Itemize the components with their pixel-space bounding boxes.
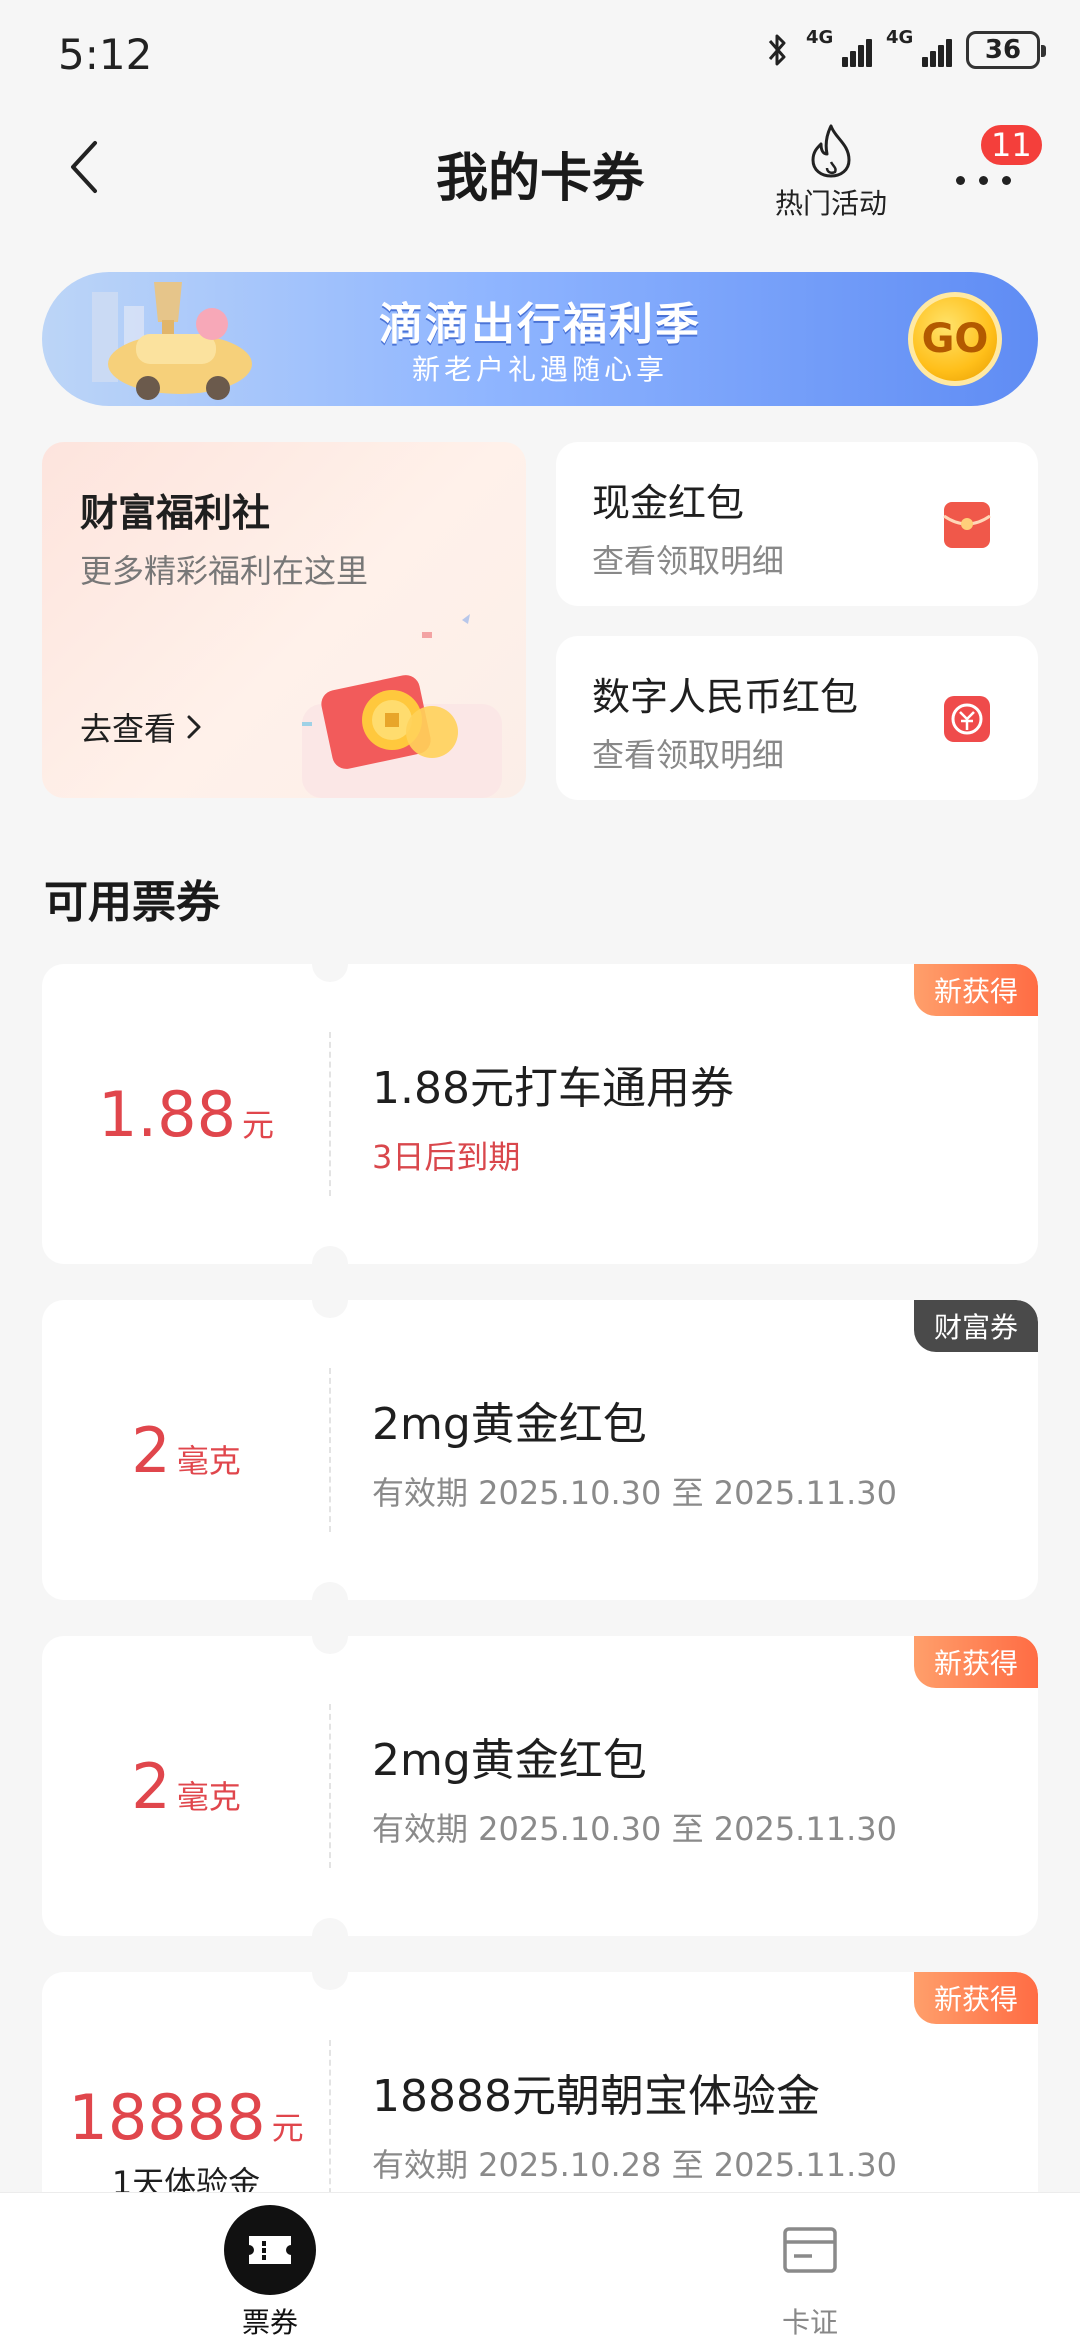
status-time: 5:12	[58, 30, 153, 79]
coupon-amount-value: 2	[131, 1413, 171, 1487]
section-title: 可用票券	[44, 877, 220, 928]
coupon-name: 2mg黄金红包	[372, 1735, 647, 1786]
coupon-amount-unit: 毫克	[176, 1777, 241, 1816]
coupon-tag: 新获得	[913, 1636, 1038, 1688]
coupon-amount-value: 18888	[68, 2080, 266, 2154]
network-type-2: 4G	[886, 27, 914, 48]
card-icon	[764, 2205, 856, 2295]
digital-rmb-red-packet-card[interactable]: 数字人民币红包 查看领取明细	[556, 636, 1038, 800]
digital-card-subtitle: 查看领取明细	[592, 736, 785, 774]
coupon-name: 1.88元打车通用券	[372, 1063, 734, 1114]
more-button[interactable]: 11	[940, 122, 1045, 210]
coupon-tag: 新获得	[913, 1972, 1038, 2024]
coupon-amount: 1.88 元	[42, 964, 330, 1264]
banner-title: 滴滴出行福利季	[379, 299, 701, 350]
coupon-expiry: 3日后到期	[372, 1138, 521, 1176]
back-button[interactable]	[50, 132, 120, 202]
tab-cards-label: 卡证	[781, 2306, 838, 2339]
tab-coupons-label: 票券	[241, 2306, 298, 2339]
coupon-card[interactable]: 1.88 元 1.88元打车通用券 3日后到期 新获得	[42, 964, 1038, 1264]
promo-banner[interactable]: 滴滴出行福利季 新老户礼遇随心享 GO	[42, 272, 1038, 406]
cash-card-subtitle: 查看领取明细	[592, 542, 785, 580]
signal-icon: 4G	[806, 29, 872, 67]
banner-subtitle: 新老户礼遇随心享	[411, 353, 668, 386]
signal-icon-2: 4G	[886, 29, 952, 67]
red-packet-icon	[943, 502, 991, 548]
ticket-icon	[224, 2205, 316, 2295]
coupon-amount: 2 毫克	[42, 1300, 330, 1600]
status-bar: 5:12 4G 4G 36	[0, 0, 1080, 110]
coupon-amount: 2 毫克	[42, 1636, 330, 1936]
coupon-name: 18888元朝朝宝体验金	[372, 2071, 820, 2122]
cash-card-title: 现金红包	[592, 481, 745, 525]
gift-coins-illustration	[302, 614, 502, 798]
welfare-subtitle: 更多精彩福利在这里	[80, 552, 369, 590]
flame-icon	[811, 124, 851, 178]
coupon-validity: 有效期 2025.10.30 至 2025.11.30	[372, 1474, 897, 1512]
digital-card-title: 数字人民币红包	[592, 675, 859, 719]
coupon-amount-value: 2	[131, 1749, 171, 1823]
chevron-right-icon	[187, 715, 201, 739]
page-title: 我的卡券	[435, 149, 644, 209]
hot-activity-label: 热门活动	[774, 187, 887, 220]
battery-icon: 36	[966, 31, 1046, 69]
tab-coupons[interactable]: 票券	[170, 2193, 370, 2340]
coupon-name: 2mg黄金红包	[372, 1399, 647, 1450]
view-link-label: 去查看	[80, 710, 177, 748]
wealth-welfare-card[interactable]: 财富福利社 更多精彩福利在这里 去查看	[42, 442, 526, 798]
status-icons: 4G 4G 36	[764, 29, 1046, 70]
more-icon	[956, 176, 1011, 185]
notification-badge: 11	[978, 122, 1045, 168]
welfare-title: 财富福利社	[80, 491, 271, 535]
nav-bar: 我的卡券 热门活动 11	[0, 110, 1080, 230]
tab-cards[interactable]: 卡证	[710, 2193, 910, 2340]
coupon-amount-unit: 毫克	[176, 1441, 241, 1480]
network-type: 4G	[806, 27, 834, 48]
coupon-amount-value: 1.88	[97, 1077, 237, 1151]
coupon-tag: 新获得	[913, 964, 1038, 1016]
chevron-left-icon	[71, 141, 97, 193]
coupon-amount-unit: 元	[242, 1105, 275, 1144]
coupon-tag: 财富券	[913, 1300, 1038, 1352]
page: 5:12 4G 4G 36 我的卡券 热门活动 11 滴滴出行福利季 新老户礼遇…	[0, 0, 1080, 2340]
bluetooth-icon	[768, 34, 786, 66]
coupon-validity: 有效期 2025.10.30 至 2025.11.30	[372, 1810, 897, 1848]
hot-activity-button[interactable]: 热门活动	[766, 122, 896, 222]
coupon-amount-unit: 元	[271, 2108, 304, 2147]
coupon-card[interactable]: 2 毫克 2mg黄金红包 有效期 2025.10.30 至 2025.11.30…	[42, 1300, 1038, 1600]
bottom-tab-bar: 票券 卡证	[0, 2192, 1080, 2340]
view-link[interactable]: 去查看	[80, 704, 202, 750]
go-button[interactable]: GO	[908, 292, 1002, 386]
digital-rmb-icon	[944, 696, 990, 742]
battery-level: 36	[984, 35, 1022, 65]
coupon-validity: 有效期 2025.10.28 至 2025.11.30	[372, 2146, 897, 2184]
coupon-card[interactable]: 2 毫克 2mg黄金红包 有效期 2025.10.30 至 2025.11.30…	[42, 1636, 1038, 1936]
cash-red-packet-card[interactable]: 现金红包 查看领取明细	[556, 442, 1038, 606]
